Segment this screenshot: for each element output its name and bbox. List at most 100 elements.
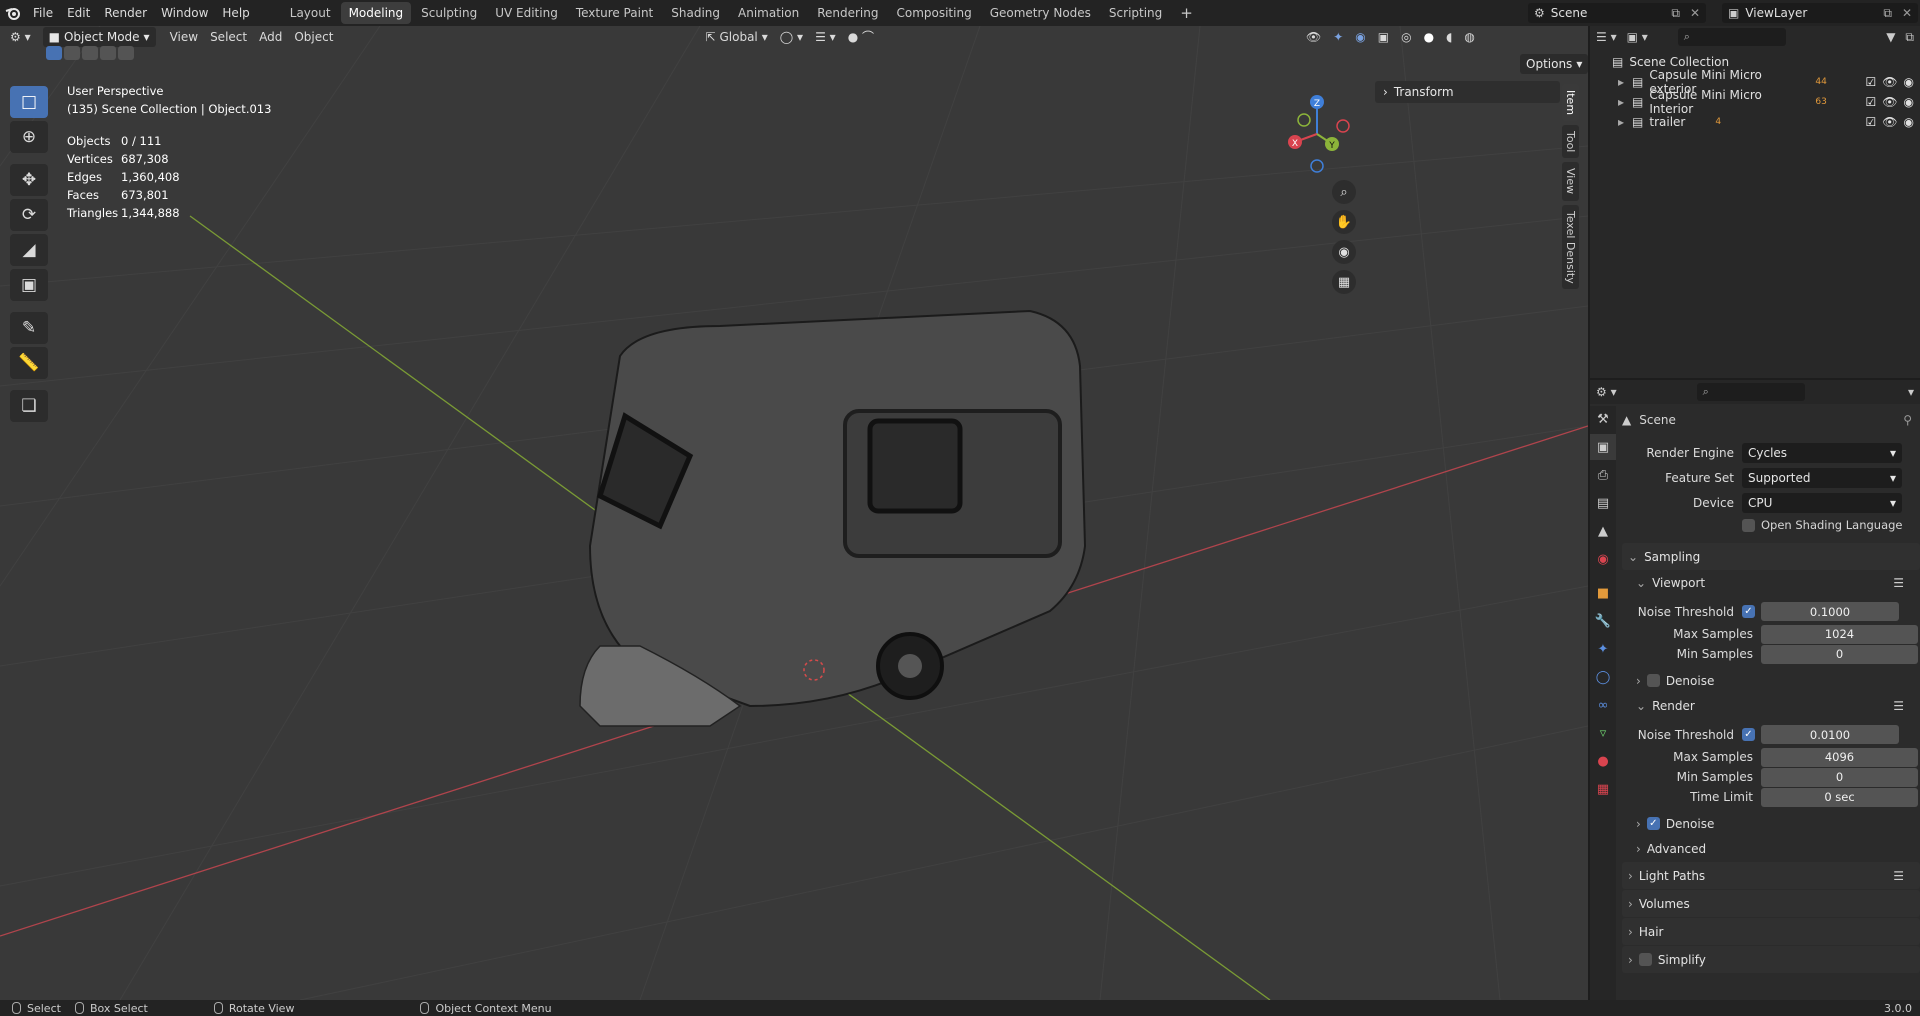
mode-selector[interactable]: ■ Object Mode ▾: [42, 27, 156, 47]
properties-editor-icon[interactable]: ⚙ ▾: [1596, 385, 1617, 399]
time-limit-field[interactable]: 0 sec: [1761, 787, 1918, 807]
sampling-panel-header[interactable]: ⌄ Sampling: [1622, 543, 1920, 570]
workspace-tab-animation[interactable]: Animation: [730, 2, 807, 24]
cursor-tool-icon[interactable]: ⊕: [10, 121, 48, 153]
sidebar-tab-texel-density[interactable]: Texel Density: [1562, 204, 1579, 290]
hair-panel-header[interactable]: › Hair: [1622, 918, 1920, 945]
menu-file[interactable]: File: [26, 0, 60, 26]
select-invert-icon[interactable]: [100, 46, 116, 60]
workspace-tab-compositing[interactable]: Compositing: [888, 2, 979, 24]
checkbox-icon[interactable]: ☑: [1866, 115, 1877, 129]
workspace-tab-sculpting[interactable]: Sculpting: [413, 2, 485, 24]
presets-list-icon[interactable]: ☰: [1893, 699, 1904, 713]
snap-icon[interactable]: ☰ ▾: [809, 27, 842, 47]
shading-wireframe-icon[interactable]: ◎: [1395, 27, 1417, 47]
render-engine-dropdown[interactable]: Cycles ▾: [1742, 442, 1902, 463]
viewport-noise-threshold-field[interactable]: 0.1000: [1761, 602, 1899, 621]
workspace-tab-geometry-nodes[interactable]: Geometry Nodes: [982, 2, 1099, 24]
expand-arrow-icon[interactable]: ▸: [1618, 115, 1624, 129]
properties-search-input[interactable]: ⌕: [1696, 383, 1805, 401]
filter-icon[interactable]: ▼: [1886, 30, 1895, 44]
output-tab-icon[interactable]: ⎙: [1590, 462, 1616, 488]
tool-tab-icon[interactable]: ⚒: [1590, 406, 1616, 432]
pin-icon[interactable]: ⚲: [1903, 413, 1912, 427]
trailer-mesh[interactable]: [579, 309, 1087, 727]
sidebar-tab-item[interactable]: Item: [1562, 84, 1579, 122]
new-view-layer-icon[interactable]: ⧉: [1879, 6, 1896, 21]
gizmo-toggle-icon[interactable]: ✦: [1327, 27, 1349, 47]
menu-edit[interactable]: Edit: [60, 0, 97, 26]
object-tab-icon[interactable]: ■: [1590, 580, 1616, 606]
render-min-samples-field[interactable]: 0: [1761, 767, 1918, 787]
overlay-toggle-icon[interactable]: ◉: [1349, 27, 1371, 47]
noise-threshold-checkbox[interactable]: ✓: [1742, 728, 1755, 741]
physics-tab-icon[interactable]: ◯: [1590, 664, 1616, 690]
select-box-tool-icon[interactable]: □: [10, 86, 48, 118]
transform-tool-icon[interactable]: ▣: [10, 269, 48, 301]
presets-list-icon[interactable]: ☰: [1893, 869, 1904, 883]
delete-view-layer-icon[interactable]: ✕: [1896, 6, 1918, 20]
new-scene-icon[interactable]: ⧉: [1667, 6, 1684, 21]
options-dropdown[interactable]: Options ▾: [1520, 54, 1588, 74]
osl-row[interactable]: Open Shading Language: [1622, 515, 1920, 535]
transform-orientation-selector[interactable]: ⇱ Global ▾: [699, 27, 773, 47]
viewport-denoise-checkbox[interactable]: [1646, 674, 1660, 687]
rotate-tool-icon[interactable]: ⟳: [10, 199, 48, 231]
viewport-menu-object[interactable]: Object: [288, 27, 339, 47]
scale-tool-icon[interactable]: ◢: [10, 234, 48, 266]
viewport-min-samples-field[interactable]: 0: [1761, 644, 1918, 664]
measure-tool-icon[interactable]: 📏: [10, 347, 48, 379]
select-subtract-icon[interactable]: [82, 46, 98, 60]
select-intersect-icon[interactable]: [118, 46, 134, 60]
workspace-tab-shading[interactable]: Shading: [663, 2, 728, 24]
camera-icon[interactable]: ◉: [1904, 95, 1914, 109]
viewport-max-samples-field[interactable]: 1024: [1761, 624, 1918, 644]
scene-tab-icon[interactable]: ▲: [1590, 518, 1616, 544]
material-tab-icon[interactable]: ●: [1590, 748, 1616, 774]
constraints-tab-icon[interactable]: ∞: [1590, 692, 1616, 718]
workspace-tab-modeling[interactable]: Modeling: [340, 2, 412, 24]
outliner-search-input[interactable]: ⌕: [1677, 28, 1786, 46]
blender-logo-icon[interactable]: [0, 0, 26, 26]
workspace-tab-texture-paint[interactable]: Texture Paint: [568, 2, 661, 24]
proportional-editing-icon[interactable]: ● ⌒: [842, 27, 880, 47]
simplify-panel-header[interactable]: › Simplify: [1622, 946, 1920, 973]
workspace-tab-scripting[interactable]: Scripting: [1101, 2, 1170, 24]
light-paths-panel-header[interactable]: › Light Paths ☰: [1622, 862, 1920, 889]
viewport-menu-view[interactable]: View: [164, 27, 204, 47]
outliner-item[interactable]: ▸ ▤ Capsule Mini Micro Interior 63 ☑ 👁 ◉: [1590, 88, 1920, 116]
scene-selector[interactable]: ⚙ Scene ⧉ ✕: [1528, 3, 1706, 23]
add-cube-tool-icon[interactable]: ❏: [10, 390, 48, 422]
simplify-checkbox[interactable]: [1638, 953, 1652, 966]
visibility-icon[interactable]: 👁: [1300, 27, 1327, 47]
eye-icon[interactable]: 👁: [1882, 95, 1897, 109]
camera-icon[interactable]: ◉: [1904, 115, 1914, 129]
chevron-down-icon[interactable]: ▾: [1908, 385, 1914, 399]
shading-solid-icon[interactable]: ●: [1418, 27, 1440, 47]
menu-render[interactable]: Render: [97, 0, 154, 26]
render-denoise-checkbox[interactable]: ✓: [1646, 817, 1660, 830]
viewport-menu-add[interactable]: Add: [253, 27, 288, 47]
render-subpanel-header[interactable]: ⌄ Render ☰: [1622, 693, 1920, 718]
3d-viewport[interactable]: ⚙ ▾ ■ Object Mode ▾ View Select Add Obje…: [0, 26, 1588, 1000]
xray-toggle-icon[interactable]: ▣: [1372, 27, 1395, 47]
view-layer-selector[interactable]: ▣ ViewLayer ⧉ ✕: [1722, 3, 1918, 23]
eye-icon[interactable]: 👁: [1882, 115, 1897, 129]
workspace-tab-rendering[interactable]: Rendering: [809, 2, 886, 24]
camera-view-icon[interactable]: ◉: [1332, 240, 1356, 264]
select-new-icon[interactable]: [46, 46, 62, 60]
workspace-tab-layout[interactable]: Layout: [282, 2, 339, 24]
camera-icon[interactable]: ◉: [1904, 75, 1914, 89]
expand-arrow-icon[interactable]: ▸: [1618, 95, 1624, 109]
presets-list-icon[interactable]: ☰: [1893, 576, 1904, 590]
workspace-tab-uv-editing[interactable]: UV Editing: [487, 2, 566, 24]
viewport-subpanel-header[interactable]: ⌄ Viewport ☰: [1622, 570, 1920, 595]
render-denoise-subpanel[interactable]: › ✓ Denoise: [1622, 811, 1920, 836]
perspective-toggle-icon[interactable]: ▦: [1332, 270, 1356, 294]
texture-tab-icon[interactable]: ▦: [1590, 776, 1616, 802]
osl-checkbox[interactable]: [1742, 518, 1755, 532]
select-extend-icon[interactable]: [64, 46, 80, 60]
navigation-gizmo[interactable]: Z X Y: [1275, 86, 1365, 186]
checkbox-icon[interactable]: ☑: [1866, 95, 1877, 109]
view-layer-tab-icon[interactable]: ▤: [1590, 490, 1616, 516]
